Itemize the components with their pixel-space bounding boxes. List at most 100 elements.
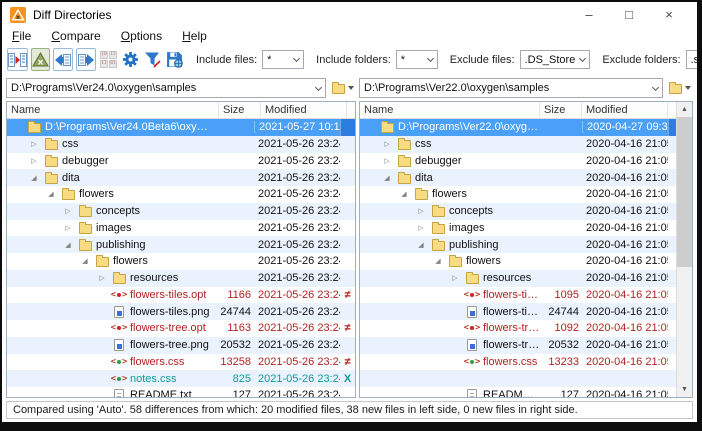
left-path-row: D:\Programs\Ver24.0\oxygen\samples (6, 78, 356, 98)
tree-expander[interactable]: ▷ (62, 207, 74, 215)
folder-icon (113, 274, 126, 284)
table-row[interactable]: ◢ dita 2020-04-16 21:05... (360, 169, 676, 186)
perform-directories-comparison-button[interactable] (31, 48, 50, 71)
app-logo-icon (10, 7, 26, 23)
tree-expander[interactable]: ▷ (415, 207, 427, 215)
table-row[interactable]: ▷ css 2021-05-26 23:24... (7, 136, 355, 153)
row-name: css (415, 138, 432, 150)
table-row[interactable]: D:\Programs\Ver24.0Beta6\oxygen\samples … (7, 119, 355, 136)
left-path-combo[interactable]: D:\Programs\Ver24.0\oxygen\samples (6, 78, 326, 98)
tree-expander[interactable]: ◢ (381, 174, 393, 182)
include-files-combo[interactable]: * (262, 50, 304, 69)
folder-icon (332, 84, 345, 94)
save-results-button[interactable] (165, 48, 184, 71)
tree-expander[interactable]: ◢ (79, 257, 91, 265)
exclude-folders-combo[interactable]: .svn,_svn,.git (686, 50, 702, 69)
table-row[interactable]: flowers-tree.png 20532 2021-05-26 23:24.… (7, 337, 355, 354)
right-browse-button[interactable] (667, 78, 693, 98)
table-row[interactable]: ▷ resources 2020-04-16 21:05... (360, 270, 676, 287)
table-row[interactable]: ▷ images 2021-05-26 23:24... (7, 220, 355, 237)
tree-expander[interactable]: ◢ (28, 174, 40, 182)
column-header-size[interactable]: Size (540, 102, 582, 118)
settings-button[interactable] (121, 48, 140, 71)
tree-expander[interactable]: ▷ (381, 140, 393, 148)
table-row[interactable]: <> flowers-tree.opt 1092 2020-04-16 21:0… (360, 320, 676, 337)
filter-button[interactable] (143, 48, 162, 71)
table-row[interactable]: ▷ css 2020-04-16 21:05... (360, 136, 676, 153)
tree-expander[interactable]: ◢ (398, 190, 410, 198)
tree-expander[interactable]: ▷ (381, 157, 393, 165)
table-row[interactable]: ▷ concepts 2021-05-26 23:24... (7, 203, 355, 220)
tree-expander[interactable]: ◢ (45, 190, 57, 198)
menu-file[interactable]: File (12, 29, 31, 43)
scroll-down-arrow[interactable]: ▼ (677, 382, 692, 397)
copy-change-to-left-button[interactable] (53, 48, 73, 71)
copy-change-to-right-button[interactable] (76, 48, 96, 71)
table-row[interactable]: <> flowers.css 13258 2021-05-26 23:24...… (7, 354, 355, 371)
tree-expander[interactable]: ▷ (449, 274, 461, 282)
image-file-icon (467, 306, 477, 318)
table-row[interactable]: D:\Programs\Ver22.0\oxygen\samples 2020-… (360, 119, 676, 136)
row-modified: 2020-04-16 21:05... (582, 356, 668, 368)
right-path-combo[interactable]: D:\Programs\Ver22.0\oxygen\samples (359, 78, 663, 98)
table-row[interactable]: <> notes.css 825 2021-05-26 23:24... X (7, 370, 355, 387)
status-bar: Compared using 'Auto'. 58 differences fr… (6, 401, 693, 419)
column-header-modified[interactable]: Modified (582, 102, 668, 118)
table-row[interactable]: ◢ publishing 2020-04-16 21:05... (360, 236, 676, 253)
table-row[interactable]: ◢ dita 2021-05-26 23:24... (7, 169, 355, 186)
minimize-button[interactable]: – (569, 4, 609, 26)
scroll-up-arrow[interactable]: ▲ (677, 102, 692, 117)
table-row[interactable]: <> flowers.css 13233 2020-04-16 21:05... (360, 354, 676, 371)
menu-options[interactable]: Options (121, 29, 162, 43)
table-row[interactable]: <> flowers-tiles.opt 1095 2020-04-16 21:… (360, 287, 676, 304)
table-row[interactable]: ▷ debugger 2021-05-26 23:24... (7, 153, 355, 170)
tree-expander[interactable]: ▷ (415, 224, 427, 232)
left-browse-button[interactable] (330, 78, 356, 98)
table-row[interactable]: flowers-tree.png 20532 2020-04-16 21:05.… (360, 337, 676, 354)
file-icon: <> (464, 290, 480, 300)
menu-compare[interactable]: Compare (51, 29, 100, 43)
table-row[interactable]: ▷ concepts 2020-04-16 21:05... (360, 203, 676, 220)
table-row[interactable]: ▷ resources 2021-05-26 23:24... (7, 270, 355, 287)
column-header-name[interactable]: Name (7, 102, 219, 118)
file-icon (43, 155, 59, 167)
table-row[interactable]: ◢ publishing 2021-05-26 23:24... (7, 236, 355, 253)
table-row[interactable] (360, 370, 676, 387)
table-row[interactable]: README.txt 127 2020-04-16 21:05... (360, 387, 676, 397)
table-row[interactable]: <> flowers-tree.opt 1163 2021-05-26 23:2… (7, 320, 355, 337)
tree-expander[interactable]: ▷ (96, 274, 108, 282)
tree-expander[interactable]: ▷ (62, 224, 74, 232)
include-folders-combo[interactable]: * (396, 50, 438, 69)
tree-expander[interactable]: ▷ (28, 157, 40, 165)
column-header-name[interactable]: Name (360, 102, 540, 118)
table-row[interactable]: README.txt 127 2021-05-26 23:24... (7, 387, 355, 397)
table-row[interactable]: ◢ flowers 2020-04-16 21:05... (360, 186, 676, 203)
column-header-size[interactable]: Size (219, 102, 261, 118)
table-row[interactable]: <> flowers-tiles.opt 1166 2021-05-26 23:… (7, 287, 355, 304)
table-row[interactable]: ◢ flowers 2021-05-26 23:24... (7, 253, 355, 270)
binary-compare-button[interactable]: 10111101 (99, 48, 118, 71)
perform-files-comparison-button[interactable] (7, 48, 28, 71)
close-button[interactable]: × (649, 4, 689, 26)
table-row[interactable]: ◢ flowers 2020-04-16 21:05... (360, 253, 676, 270)
row-modified: 2021-05-26 23:24... (254, 389, 340, 397)
table-row[interactable]: ◢ flowers 2021-05-26 23:24... (7, 186, 355, 203)
table-row[interactable]: flowers-tiles.png 24744 2021-05-26 23:24… (7, 303, 355, 320)
tree-expander[interactable]: ▷ (28, 140, 40, 148)
vertical-scrollbar[interactable]: ▲ ▼ (676, 102, 692, 397)
exclude-files-combo[interactable]: .DS_Store (520, 50, 591, 69)
table-row[interactable]: ▷ images 2020-04-16 21:05... (360, 220, 676, 237)
menu-help[interactable]: Help (182, 29, 207, 43)
row-modified: 2020-04-16 21:05... (582, 188, 668, 200)
tree-expander[interactable]: ◢ (62, 241, 74, 249)
tree-expander[interactable]: ◢ (415, 241, 427, 249)
table-row[interactable]: flowers-tiles.png 24744 2020-04-16 21:05… (360, 303, 676, 320)
chevron-down-icon (652, 83, 659, 90)
folder-icon (398, 174, 411, 184)
scrollbar-thumb[interactable] (677, 117, 692, 267)
files-comparison-icon (8, 52, 27, 68)
table-row[interactable]: ▷ debugger 2020-04-16 21:05... (360, 153, 676, 170)
maximize-button[interactable]: □ (609, 4, 649, 26)
tree-expander[interactable]: ◢ (432, 257, 444, 265)
column-header-modified[interactable]: Modified (261, 102, 347, 118)
